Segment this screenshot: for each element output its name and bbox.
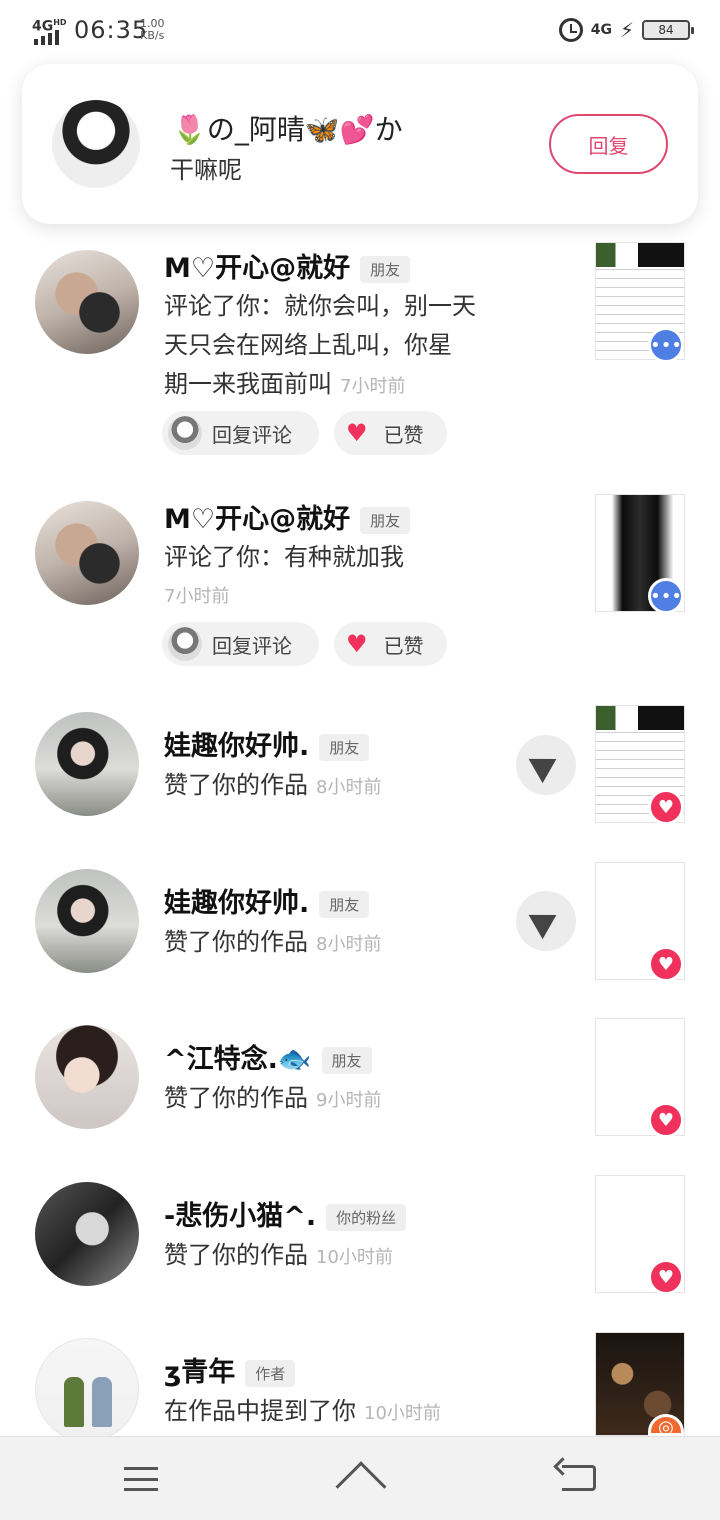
avatar[interactable] bbox=[35, 1182, 139, 1286]
heart-icon: ♥ bbox=[346, 630, 368, 658]
timestamp: 8小时前 bbox=[316, 934, 382, 955]
relation-tag: 你的粉丝 bbox=[326, 1204, 407, 1231]
reply-comment-button[interactable]: 回复评论 bbox=[162, 622, 319, 666]
activity-text: 在作品中提到了你 10小时前 bbox=[164, 1392, 441, 1433]
comment-line: 评论了你：就你会叫，别一天 bbox=[164, 292, 476, 320]
heart-icon: ♥ bbox=[648, 1102, 684, 1138]
timestamp: 10小时前 bbox=[364, 1403, 441, 1424]
comment-line: 天只会在网络上乱叫，你星 bbox=[164, 331, 452, 359]
liked-button[interactable]: ♥ 已赞 bbox=[334, 622, 447, 666]
avatar-figure bbox=[64, 1377, 84, 1427]
timestamp: 8小时前 bbox=[316, 777, 382, 798]
avatar[interactable] bbox=[35, 501, 139, 605]
relation-tag: 朋友 bbox=[360, 256, 411, 283]
net-speed-unit: KB/s bbox=[140, 29, 165, 42]
timestamp: 7小时前 bbox=[340, 376, 406, 397]
net-speed: 1.00 KB/s bbox=[140, 18, 165, 42]
reply-comment-label: 回复评论 bbox=[212, 633, 292, 658]
user-name[interactable]: 娃趣你好帅. 朋友 bbox=[164, 881, 370, 920]
user-name-text: -悲伤小猫^. bbox=[164, 1201, 317, 1232]
reply-button[interactable]: 回复 bbox=[549, 114, 668, 174]
relation-tag: 朋友 bbox=[319, 891, 370, 918]
user-name[interactable]: M♡开心@就好 朋友 bbox=[164, 246, 411, 285]
reply-comment-button[interactable]: 回复评论 bbox=[162, 411, 319, 455]
heart-icon: ♥ bbox=[346, 419, 368, 447]
activity-label: 在作品中提到了你 bbox=[164, 1397, 356, 1425]
user-name[interactable]: ʒ青年 作者 bbox=[164, 1350, 296, 1389]
activity-label: 赞了你的作品 bbox=[164, 1241, 308, 1269]
avatar[interactable] bbox=[35, 1025, 139, 1129]
relation-tag: 朋友 bbox=[319, 734, 370, 761]
my-avatar bbox=[168, 416, 202, 450]
activity-text: 赞了你的作品 10小时前 bbox=[164, 1236, 393, 1277]
liked-label: 已赞 bbox=[383, 422, 424, 447]
avatar-figure bbox=[92, 1377, 112, 1427]
sender-avatar bbox=[52, 100, 140, 188]
send-icon bbox=[528, 902, 564, 940]
liked-button[interactable]: ♥ 已赞 bbox=[334, 411, 447, 455]
relation-tag: 朋友 bbox=[360, 507, 411, 534]
user-name[interactable]: 娃趣你好帅. 朋友 bbox=[164, 724, 370, 763]
comment-text: 评论了你：就你会叫，别一天 天只会在网络上乱叫，你星 期一来我面前叫 7小时前 bbox=[164, 287, 476, 406]
user-name-text: ʒ青年 bbox=[164, 1357, 236, 1388]
user-name-text: 娃趣你好帅. bbox=[164, 731, 310, 762]
network-sup: HD bbox=[53, 18, 67, 27]
signal-icon bbox=[34, 30, 59, 45]
liked-label: 已赞 bbox=[383, 633, 424, 658]
user-name[interactable]: ^江特念.🐟 朋友 bbox=[164, 1037, 372, 1076]
heart-icon: ♥ bbox=[648, 946, 684, 982]
avatar[interactable] bbox=[35, 250, 139, 354]
system-nav-bar bbox=[0, 1436, 720, 1520]
alarm-icon bbox=[558, 18, 583, 42]
status-right: 4G ⚡ 84 bbox=[558, 18, 694, 42]
activity-label: 赞了你的作品 bbox=[164, 928, 308, 956]
activity-label: 赞了你的作品 bbox=[164, 1084, 308, 1112]
home-icon[interactable] bbox=[335, 1461, 387, 1513]
clock: 06:35 bbox=[74, 16, 149, 44]
activity-text: 赞了你的作品 8小时前 bbox=[164, 766, 381, 807]
my-avatar bbox=[168, 627, 202, 661]
heart-icon: ♥ bbox=[648, 1259, 684, 1295]
relation-tag: 作者 bbox=[245, 1360, 296, 1387]
avatar[interactable] bbox=[35, 869, 139, 973]
charging-icon: ⚡ bbox=[619, 18, 634, 42]
timestamp: 10小时前 bbox=[316, 1247, 393, 1268]
menu-icon[interactable] bbox=[124, 1467, 158, 1491]
user-name-text: M♡开心@就好 bbox=[164, 504, 351, 535]
battery-icon: 84 bbox=[642, 20, 694, 40]
status-bar: 4G HD 06:35 1.00 KB/s 4G ⚡ 84 bbox=[0, 0, 720, 62]
user-name-text: ^江特念.🐟 bbox=[164, 1044, 312, 1075]
activity-text: 赞了你的作品 9小时前 bbox=[164, 1079, 381, 1120]
mobile-data-indicator: 4G bbox=[590, 22, 612, 38]
message-preview: 干嘛呢 bbox=[170, 156, 242, 184]
avatar[interactable] bbox=[35, 1338, 139, 1442]
user-name[interactable]: -悲伤小猫^. 你的粉丝 bbox=[164, 1194, 407, 1233]
user-name-text: M♡开心@就好 bbox=[164, 253, 351, 284]
comment-icon: ••• bbox=[648, 327, 684, 363]
user-name-text: 娃趣你好帅. bbox=[164, 888, 310, 919]
timestamp: 9小时前 bbox=[316, 1090, 382, 1111]
send-message-button[interactable] bbox=[516, 735, 576, 795]
reply-comment-label: 回复评论 bbox=[212, 422, 292, 447]
send-icon bbox=[528, 746, 564, 784]
comment-text: 评论了你：有种就加我 bbox=[164, 543, 404, 571]
message-notification-card[interactable]: 🌷の_阿晴🦋💕か 干嘛呢 回复 bbox=[22, 64, 698, 224]
user-name[interactable]: M♡开心@就好 朋友 bbox=[164, 497, 411, 536]
activity-label: 赞了你的作品 bbox=[164, 771, 308, 799]
heart-icon: ♥ bbox=[648, 789, 684, 825]
back-icon[interactable] bbox=[562, 1465, 596, 1491]
comment-icon: ••• bbox=[648, 578, 684, 614]
avatar[interactable] bbox=[35, 712, 139, 816]
relation-tag: 朋友 bbox=[321, 1047, 372, 1074]
comment-line: 期一来我面前叫 bbox=[164, 370, 332, 398]
activity-text: 赞了你的作品 8小时前 bbox=[164, 923, 381, 964]
sender-name: 🌷の_阿晴🦋💕か bbox=[172, 113, 403, 146]
send-message-button[interactable] bbox=[516, 891, 576, 951]
timestamp: 7小时前 bbox=[164, 586, 230, 607]
